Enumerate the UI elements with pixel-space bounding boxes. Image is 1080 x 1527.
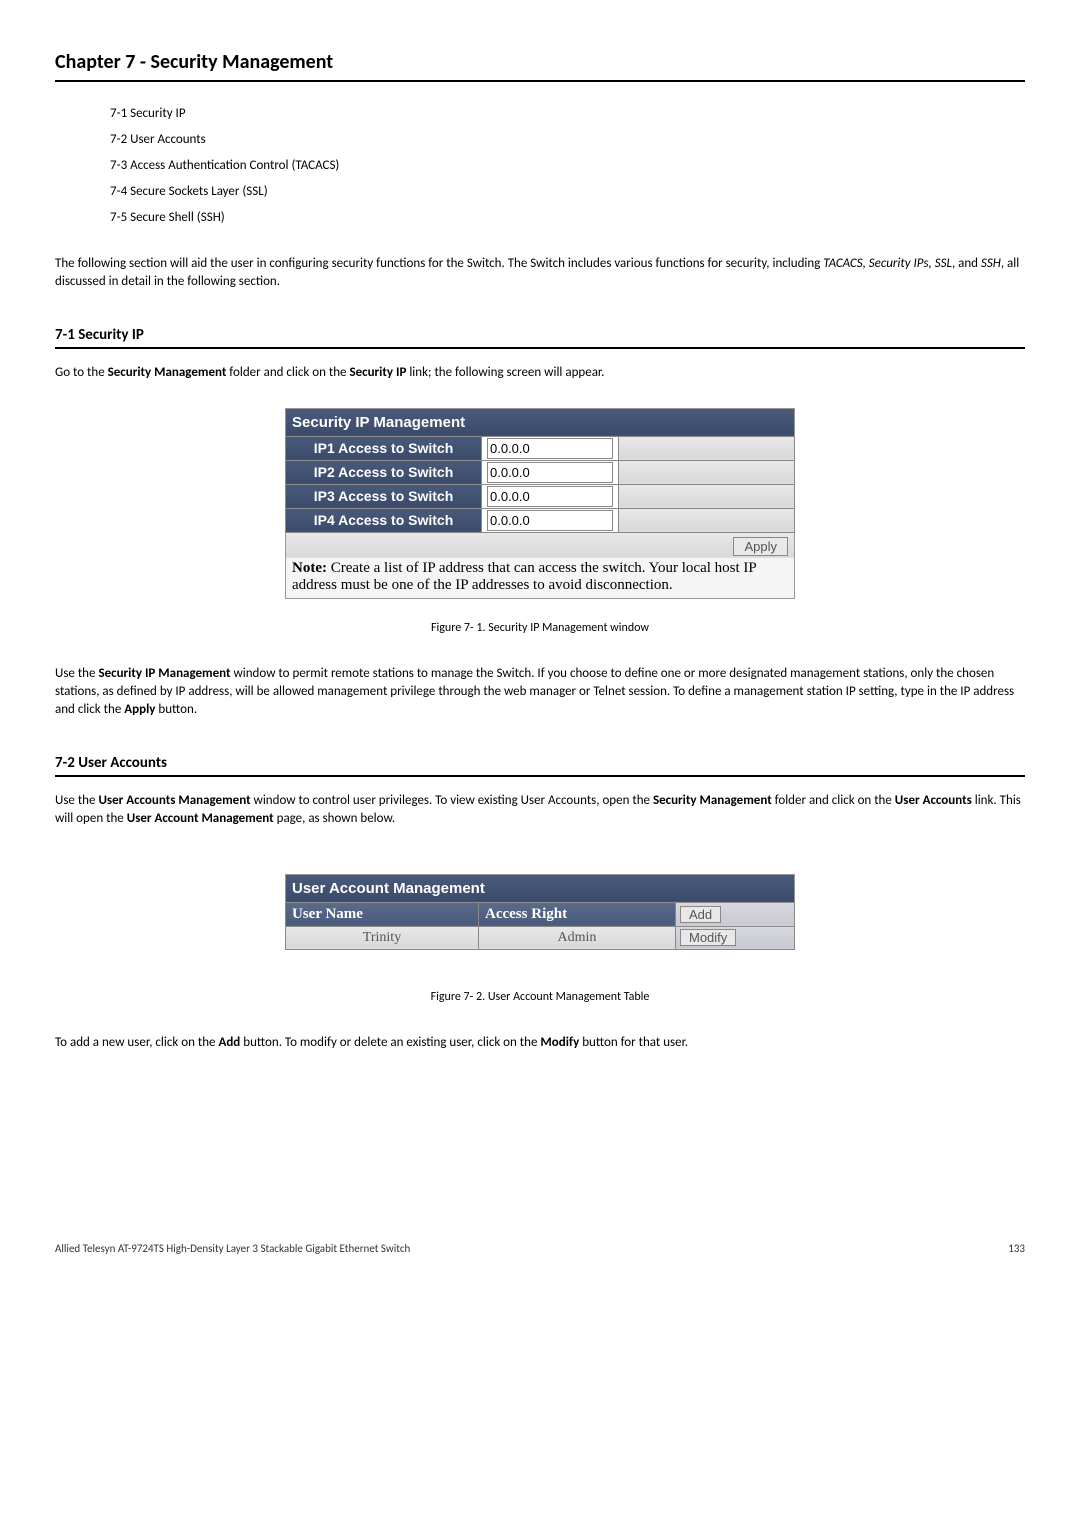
text: button. To modify or delete an existing … — [240, 1035, 540, 1050]
modify-cell: Modify — [676, 926, 795, 949]
text: page, as shown below. — [274, 811, 396, 826]
text-bold: User Accounts — [895, 793, 972, 808]
text: Use the — [55, 793, 98, 808]
blank-cell — [619, 436, 795, 460]
ip1-label: IP1 Access to Switch — [286, 436, 482, 460]
text: button for that user. — [579, 1035, 688, 1050]
text-bold: Security IP — [349, 365, 406, 380]
ip4-input[interactable] — [487, 510, 613, 531]
apply-button[interactable]: Apply — [733, 537, 788, 556]
toc-item: 7-3 Access Authentication Control (TACAC… — [110, 158, 1025, 173]
blank-cell — [619, 460, 795, 484]
text-bold: Add — [218, 1035, 240, 1050]
paragraph: Use the Security IP Management window to… — [55, 665, 1025, 720]
note-row: Note: Create a list of IP address that c… — [286, 558, 795, 599]
text-bold: Security IP Management — [98, 666, 230, 681]
apply-row: Apply — [286, 532, 795, 558]
text: link; the following screen will appear. — [406, 365, 604, 380]
intro-paragraph: The following section will aid the user … — [55, 255, 1025, 291]
add-cell: Add — [676, 902, 795, 926]
toc-list: 7-1 Security IP 7-2 User Accounts 7-3 Ac… — [110, 106, 1025, 225]
user-account-table: User Account Management User Name Access… — [285, 874, 795, 950]
toc-item: 7-1 Security IP — [110, 106, 1025, 121]
text-italic: TACACS, Security IPs, SSL — [823, 256, 952, 271]
add-button[interactable]: Add — [680, 906, 721, 923]
col-access-right: Access Right — [479, 902, 676, 926]
figure-caption: Figure 7- 1. Security IP Management wind… — [55, 621, 1025, 635]
ip2-label: IP2 Access to Switch — [286, 460, 482, 484]
text-bold: Security Management — [653, 793, 772, 808]
text: Use the — [55, 666, 98, 681]
text-bold: User Account Management — [127, 811, 274, 826]
paragraph: Use the User Accounts Management window … — [55, 792, 1025, 828]
paragraph: Go to the Security Management folder and… — [55, 364, 1025, 382]
text-bold: Apply — [124, 702, 155, 717]
text-bold: User Accounts Management — [98, 793, 250, 808]
paragraph: To add a new user, click on the Add butt… — [55, 1034, 1025, 1052]
text: folder and click on the — [226, 365, 349, 380]
blank-cell — [619, 484, 795, 508]
note-bold: Note: — [292, 560, 327, 576]
page-footer: Allied Telesyn AT-9724TS High-Density La… — [55, 1242, 1025, 1255]
data-access: Admin — [479, 926, 676, 949]
figure-user-account: User Account Management User Name Access… — [55, 874, 1025, 950]
text: To add a new user, click on the — [55, 1035, 218, 1050]
modify-button[interactable]: Modify — [680, 929, 736, 946]
footer-left: Allied Telesyn AT-9724TS High-Density La… — [55, 1242, 410, 1255]
text: The following section will aid the user … — [55, 256, 823, 271]
text: window to control user privileges. To vi… — [251, 793, 653, 808]
ip3-input[interactable] — [487, 486, 613, 507]
text-italic: SSH — [981, 256, 1001, 271]
section-heading-user-accounts: 7-2 User Accounts — [55, 754, 1025, 777]
note-text: Create a list of IP address that can acc… — [292, 560, 756, 593]
text: Go to the — [55, 365, 108, 380]
ip2-input[interactable] — [487, 462, 613, 483]
security-ip-table: Security IP Management IP1 Access to Swi… — [285, 408, 795, 599]
ip3-label: IP3 Access to Switch — [286, 484, 482, 508]
text: button. — [155, 702, 197, 717]
toc-item: 7-2 User Accounts — [110, 132, 1025, 147]
figure-caption: Figure 7- 2. User Account Management Tab… — [55, 990, 1025, 1004]
toc-item: 7-4 Secure Sockets Layer (SSL) — [110, 184, 1025, 199]
text: folder and click on the — [772, 793, 895, 808]
text-bold: Security Management — [108, 365, 227, 380]
data-username: Trinity — [286, 926, 479, 949]
table-title: User Account Management — [286, 874, 795, 902]
section-heading-security-ip: 7-1 Security IP — [55, 326, 1025, 349]
footer-page-number: 133 — [1008, 1242, 1025, 1255]
text: , and — [952, 256, 981, 271]
table-title: Security IP Management — [286, 408, 795, 436]
figure-security-ip: Security IP Management IP1 Access to Swi… — [55, 408, 1025, 599]
toc-item: 7-5 Secure Shell (SSH) — [110, 210, 1025, 225]
chapter-title: Chapter 7 - Security Management — [55, 50, 1025, 82]
blank-cell — [619, 508, 795, 532]
ip4-label: IP4 Access to Switch — [286, 508, 482, 532]
col-username: User Name — [286, 902, 479, 926]
ip1-input[interactable] — [487, 438, 613, 459]
text-bold: Modify — [540, 1035, 579, 1050]
